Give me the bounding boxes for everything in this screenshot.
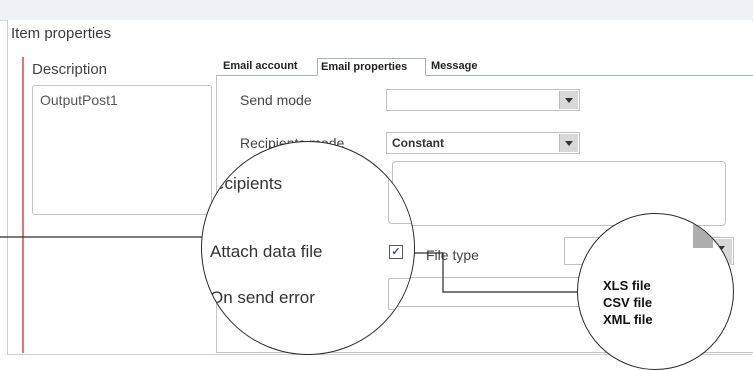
attach-data-file-label: Attach data file [210,242,323,261]
option-xls[interactable]: XLS file [603,277,653,294]
option-xml[interactable]: XML file [603,311,653,328]
recipients-label: ecipients [215,174,283,193]
magnifier-callout-file-types: XLS file CSV file XML file [577,213,734,370]
option-csv[interactable]: CSV file [603,294,653,311]
on-send-error-label: On send error [210,288,315,307]
dropdown-arrow-zoomed [693,216,713,248]
on-send-error-select-zoomed [388,278,414,310]
file-type-options: XLS file CSV file XML file [603,277,653,328]
magnifier-callout-form: ecipients Attach data file On send error [201,141,415,355]
attach-data-file-checkbox[interactable]: ✓ [389,245,403,259]
recipients-textarea-zoomed [388,162,414,224]
